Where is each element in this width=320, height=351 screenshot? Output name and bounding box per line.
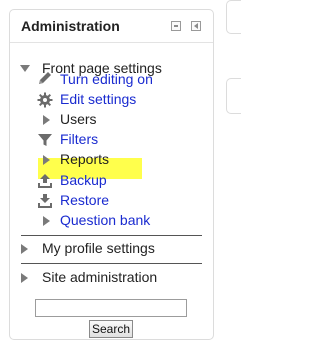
- menu-item-filters[interactable]: Filters: [37, 130, 197, 150]
- expand-arrow-icon: [43, 115, 50, 125]
- menu-item-edit-settings[interactable]: Edit settings: [37, 90, 197, 110]
- menu-item-label: Question bank: [60, 212, 151, 228]
- menu-item-label: Restore: [60, 192, 110, 208]
- expand-arrow-icon: [43, 155, 50, 165]
- expand-arrow-icon: [21, 244, 28, 254]
- administration-block: Administration Front page settings Turn …: [9, 9, 214, 340]
- site-administration-label: Site administration: [42, 269, 158, 285]
- menu-item-users[interactable]: Users: [37, 110, 197, 130]
- my-profile-settings-node[interactable]: My profile settings: [21, 239, 206, 259]
- funnel-icon: [38, 134, 52, 146]
- dock-icon[interactable]: [191, 21, 201, 31]
- search-input[interactable]: [35, 299, 187, 317]
- menu-item-label: Turn editing on: [60, 71, 153, 87]
- search-button[interactable]: Search: [89, 320, 133, 338]
- minimize-icon[interactable]: [171, 21, 181, 31]
- menu-item-label: Backup: [60, 172, 107, 188]
- block-title: Administration: [21, 18, 120, 34]
- upload-icon: [38, 174, 52, 188]
- menu-item-label: Users: [60, 111, 97, 127]
- pencil-icon: [39, 72, 51, 84]
- collapse-arrow-icon[interactable]: [20, 65, 30, 72]
- expand-arrow-icon: [21, 273, 28, 283]
- site-administration-node[interactable]: Site administration: [21, 268, 206, 288]
- divider: [21, 235, 202, 236]
- block-header: Administration: [10, 10, 213, 43]
- menu-item-turn-editing-on[interactable]: Turn editing on: [37, 70, 197, 90]
- download-icon: [38, 194, 52, 208]
- menu-item-label: Edit settings: [60, 91, 137, 107]
- gear-icon: [37, 92, 53, 108]
- menu-item-question-bank[interactable]: Question bank: [37, 211, 197, 231]
- menu-item-label: Reports: [60, 151, 110, 167]
- expand-arrow-icon: [43, 216, 50, 226]
- my-profile-settings-label: My profile settings: [42, 240, 155, 256]
- adjacent-block-edge-bottom: [226, 78, 241, 114]
- adjacent-block-edge-top: [226, 0, 241, 34]
- menu-item-backup[interactable]: Backup: [37, 171, 197, 191]
- divider: [21, 263, 202, 264]
- menu-item-reports[interactable]: Reports: [37, 150, 197, 170]
- menu-item-label: Filters: [60, 131, 99, 147]
- menu-item-restore[interactable]: Restore: [37, 191, 197, 211]
